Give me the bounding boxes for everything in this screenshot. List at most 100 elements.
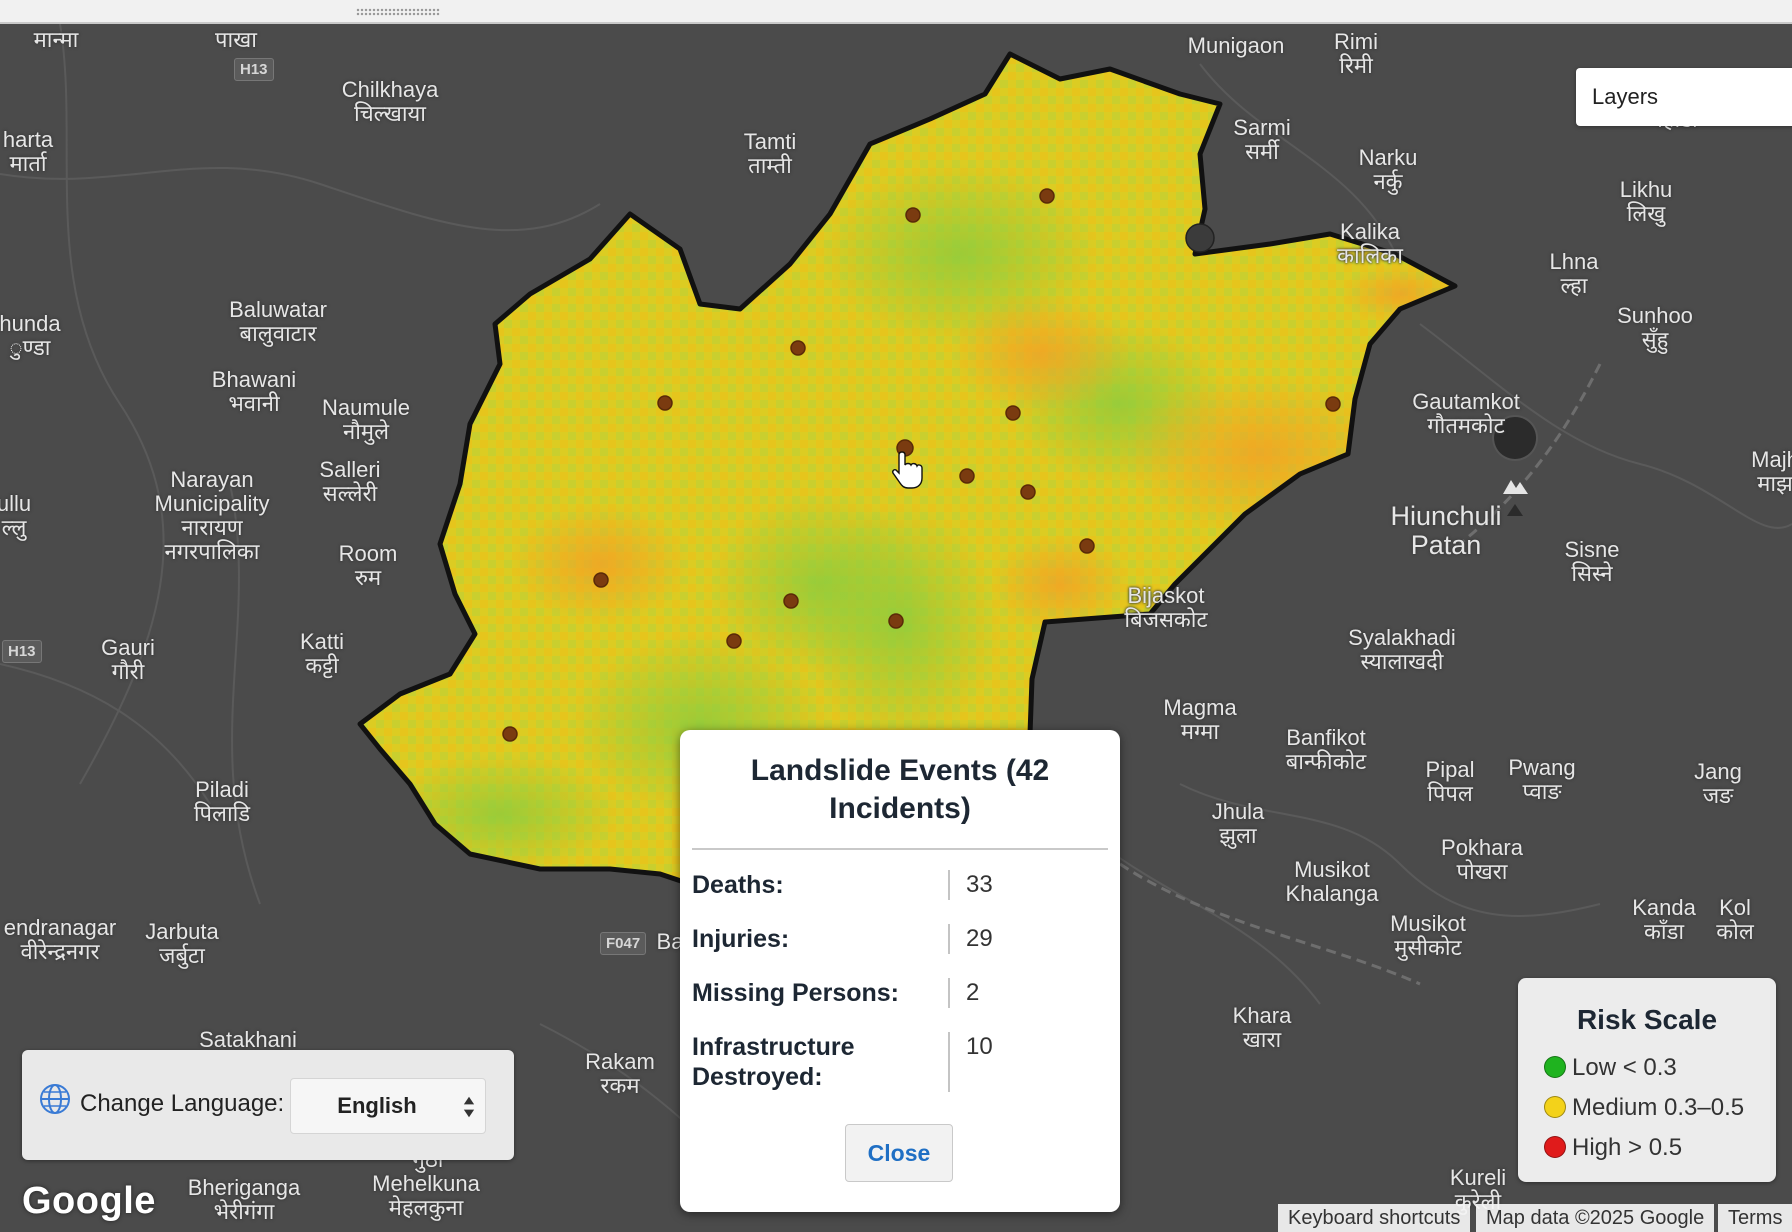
green-dot-icon [1544,1056,1566,1078]
place-label-baluwatar: Baluwatar बालुवाटार [229,297,327,346]
close-button[interactable]: Close [845,1124,953,1182]
legend-title: Risk Scale [1576,1004,1718,1035]
place-label-likhu: Likhu लिखु [1619,177,1673,226]
risk-legend: Risk Scale Low < 0.3 Medium 0.3–0.5 High… [1518,978,1776,1182]
place-label-sunhoo: Sunhoo सुँहु [1617,303,1693,352]
row-label: Infrastructure Destroyed: [692,1033,855,1091]
legend-item-low: Low < 0.3 [1544,1054,1677,1082]
row-label: Injuries: [692,925,790,953]
incident-marker [1185,223,1215,253]
resize-grip[interactable] [356,8,440,16]
language-select[interactable]: English [290,1078,486,1134]
incident-marker [790,340,806,356]
legend-label: High > 0.5 [1572,1134,1683,1161]
layers-control[interactable]: Layers [1576,68,1792,126]
keyboard-shortcuts-link[interactable]: Keyboard shortcuts [1278,1204,1471,1232]
place-label-rakam: Rakam रकम [585,1049,655,1098]
place-label-bhawani: Bhawani भवानी [211,367,297,416]
place-label-kalika: Kalika कालिका [1337,219,1403,268]
popup-row-injuries: Injuries: 29 [692,924,1106,954]
language-label: Change Language: [80,1090,285,1117]
place-label-majh: Majhमाझ [1751,447,1792,496]
row-value: 2 [966,979,980,1006]
place-label-syalakhadi: Syalakhadi स्यालाखदी [1348,625,1456,674]
legend-label: Low < 0.3 [1572,1054,1677,1081]
place-label-jang: Jang जङ [1694,759,1742,808]
place-label-jarbuta: Jarbuta जर्बुटा [145,919,219,968]
place-label-musikot: Musikot मुसीकोट [1390,911,1466,960]
place-label-sisne: Sisne सिस्ने [1564,537,1620,586]
row-value: 29 [966,925,993,952]
place-label-room: Room रुम [338,541,398,590]
place-label-katti: Katti कट्टी [299,629,345,678]
legend-label: Medium 0.3–0.5 [1572,1094,1745,1121]
place-label-khara: Khara खारा [1232,1003,1292,1052]
incident-marker [657,395,673,411]
incident-marker [502,726,518,742]
yellow-dot-icon [1544,1096,1566,1118]
place-label-pipal: Pipal पिपल [1425,757,1475,806]
highway-shield: H13 [234,58,274,81]
place-label-pokhara: Pokhara पोखरा [1441,835,1523,884]
google-logo: Google [22,1180,156,1222]
popup-title: Landslide Events (42 Incidents) [750,754,1050,825]
legend-item-high: High > 0.5 [1544,1134,1682,1162]
row-label: Deaths: [692,871,784,899]
place-label-ullu: ullu ल्लु [0,491,32,540]
place-label-chilkhaya: Chilkhaya चिल्खाया [341,77,439,126]
popup-row-deaths: Deaths: 33 [692,870,1106,900]
row-separator [948,924,950,954]
incident-marker [1020,484,1036,500]
place-label-magma: Magma मग्मा [1163,695,1237,744]
row-value: 10 [966,1033,993,1060]
incident-marker [593,572,609,588]
place-label-sarmi: Sarmi सर्मी [1233,115,1291,164]
place-label-manma: मान्मा [33,27,79,52]
select-arrows-icon [463,1096,475,1118]
highway-shield: F047 [600,932,647,955]
place-label-virendranagar: endranagar वीरेन्द्रनगर [3,915,117,964]
row-separator [948,870,950,900]
place-label-musikot-khalanga: Musikot Khalanga [1285,857,1379,906]
popup-row-infrastructure: Infrastructure Destroyed: 10 [692,1032,1106,1092]
place-label-pwang: Pwang प्वाङ [1508,755,1576,804]
incident-marker [888,613,904,629]
place-label-kol: Kol कोल [1716,895,1754,944]
popup-divider [692,848,1108,850]
place-label-hunda: hundaुण्डा [0,311,61,360]
place-label-salleri: Salleri सल्लेरी [319,457,381,506]
incident-marker [1325,396,1341,412]
place-label-naumule: Naumule नौमुले [321,395,411,444]
place-label-pakha: पाखा [215,27,257,52]
place-label-gauri: Gauri गौरी [101,635,155,684]
legend-item-medium: Medium 0.3–0.5 [1544,1094,1744,1122]
place-label-bijaskot: Bijaskot बिजसकोट [1124,583,1208,632]
place-label-banfikot: Banfikot बान्फीकोट [1285,725,1367,774]
popup-row-missing: Missing Persons: 2 [692,978,1106,1008]
layers-label: Layers [1592,84,1659,109]
place-label-gautamkot: Gautamkot गौतमकोट [1412,389,1520,438]
incident-marker [1039,188,1055,204]
incident-marker [726,633,742,649]
terms-link[interactable]: Terms [1718,1204,1792,1232]
language-selected: English [337,1093,417,1118]
place-label-hiunchuli: Hiunchuli Patan [1390,501,1502,560]
highway-shield: H13 [2,640,42,663]
place-label-tamti: Tamti ताम्ती [743,129,797,178]
row-label: Missing Persons: [692,979,899,1007]
place-label-mehelkuna: Mehelkuna मेहलकुना [372,1171,480,1220]
place-label-narku: Narku नर्कु [1358,145,1418,194]
place-label-kanda: Kanda काँडा [1632,895,1696,944]
row-separator [948,978,950,1008]
window-top-bar [0,0,1792,24]
place-label-lhna: Lhna ल्हा [1549,249,1599,298]
incident-marker [959,468,975,484]
incident-marker [1005,405,1021,421]
place-label-bheriganga: Bheriganga भेरीगंगा [187,1175,301,1224]
globe-icon [40,1084,70,1114]
row-value: 33 [966,871,993,898]
place-label-rimi: Rimi रिमी [1334,29,1378,78]
map-data-attribution: Map data ©2025 Google [1476,1204,1715,1232]
place-label-piladi: Piladi पिलाडि [193,777,251,826]
place-label-munigaon: Munigaon [1187,33,1285,58]
